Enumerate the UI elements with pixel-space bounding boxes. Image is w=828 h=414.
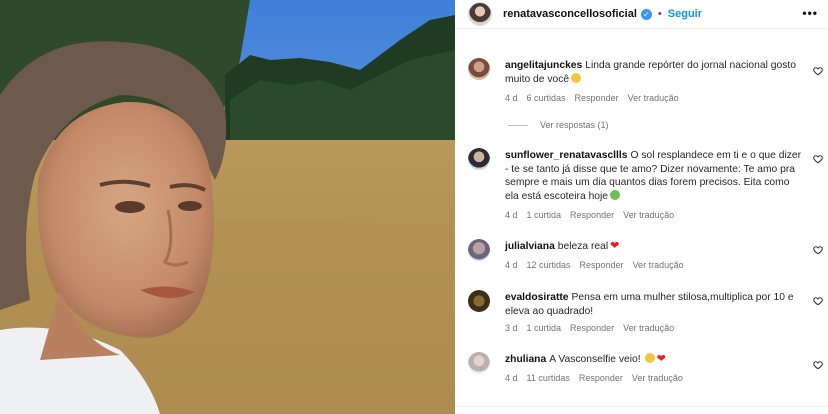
commenter-avatar[interactable]: [468, 239, 490, 261]
comment-body: beleza real: [557, 241, 609, 252]
reply-button[interactable]: Responder: [570, 210, 614, 220]
comment-likes[interactable]: 6 curtidas: [527, 93, 566, 103]
view-replies[interactable]: Ver respostas (1): [508, 120, 609, 130]
comment-time: 4 d: [505, 260, 518, 270]
commenter-avatar[interactable]: [468, 148, 490, 170]
comment-username[interactable]: zhuliana: [505, 354, 546, 365]
comment-likes[interactable]: 1 curtida: [527, 210, 562, 220]
verified-badge-icon: ✓: [640, 8, 652, 20]
comments-panel: renatavasconcellosoficial ✓ • Seguir •••…: [455, 0, 828, 414]
comment-text: sunflower_renatavascllls O sol resplandec…: [505, 149, 805, 203]
comment-username[interactable]: angelitajunckes: [505, 60, 582, 71]
replies-line: [508, 124, 528, 126]
commenter-avatar[interactable]: [468, 290, 490, 312]
separator-dot: •: [657, 8, 662, 20]
comment-likes[interactable]: 12 curtidas: [527, 260, 571, 270]
selfie-image: [0, 0, 455, 414]
laughing-emoji-icon: [644, 353, 655, 363]
translate-button[interactable]: Ver tradução: [632, 373, 683, 383]
comment-time: 4 d: [505, 373, 518, 383]
comment-username[interactable]: evaldosiratte: [505, 292, 569, 303]
comment-likes[interactable]: 11 curtidas: [527, 373, 570, 383]
reply-button[interactable]: Responder: [580, 260, 624, 270]
post-actions-bar: [455, 406, 828, 414]
translate-button[interactable]: Ver tradução: [628, 93, 679, 103]
comment-time: 3 d: [505, 323, 518, 333]
comment-meta: 4 d 6 curtidas Responder Ver tradução: [505, 93, 688, 103]
translate-button[interactable]: Ver tradução: [623, 210, 674, 220]
heart-outline-icon[interactable]: [813, 360, 823, 370]
author-avatar[interactable]: [468, 2, 492, 26]
post-photo: [0, 0, 455, 414]
comment-meta: 4 d 11 curtidas Responder Ver tradução: [505, 373, 692, 383]
comment-text: evaldosiratte Pensa em uma mulher stilosa…: [505, 291, 805, 318]
reply-button[interactable]: Responder: [575, 93, 619, 103]
post-header: renatavasconcellosoficial ✓ • Seguir •••: [455, 0, 828, 29]
follow-button[interactable]: Seguir: [668, 8, 702, 20]
comment-username[interactable]: sunflower_renatavascllls: [505, 150, 627, 161]
heart-outline-icon[interactable]: [813, 245, 823, 255]
translate-button[interactable]: Ver tradução: [633, 260, 684, 270]
author-username[interactable]: renatavasconcellosoficial: [503, 8, 637, 20]
comment-username[interactable]: julialviana: [505, 241, 555, 252]
view-replies-label[interactable]: Ver respostas (1): [540, 120, 609, 130]
comment-text: julialviana beleza real ❤: [505, 240, 805, 254]
commenter-avatar[interactable]: [468, 58, 490, 80]
comment-text: zhuliana A Vasconselfie veio! ❤: [505, 353, 805, 367]
commenter-avatar[interactable]: [468, 352, 490, 374]
red-heart-emoji-icon: ❤: [656, 353, 666, 365]
translate-button[interactable]: Ver tradução: [623, 323, 674, 333]
more-options-icon[interactable]: •••: [802, 6, 818, 20]
reply-button[interactable]: Responder: [579, 373, 623, 383]
comment-likes[interactable]: 1 curtida: [527, 323, 562, 333]
red-heart-emoji-icon: ❤: [610, 240, 620, 252]
heart-outline-icon[interactable]: [813, 154, 823, 164]
reply-button[interactable]: Responder: [570, 323, 614, 333]
heart-outline-icon[interactable]: [813, 66, 823, 76]
heart-outline-icon[interactable]: [813, 296, 823, 306]
comment-meta: 4 d 12 curtidas Responder Ver tradução: [505, 260, 693, 270]
emoji-icon: [610, 189, 621, 200]
comment-body: A Vasconselfie veio!: [549, 354, 641, 365]
comment-meta: 3 d 1 curtida Responder Ver tradução: [505, 323, 683, 333]
comment-time: 4 d: [505, 93, 518, 103]
comment-text: angelitajunckes Linda grande repórter do …: [505, 59, 805, 86]
comment-meta: 4 d 1 curtida Responder Ver tradução: [505, 210, 683, 220]
comment-time: 4 d: [505, 210, 518, 220]
clapping-emoji-icon: [571, 72, 582, 83]
